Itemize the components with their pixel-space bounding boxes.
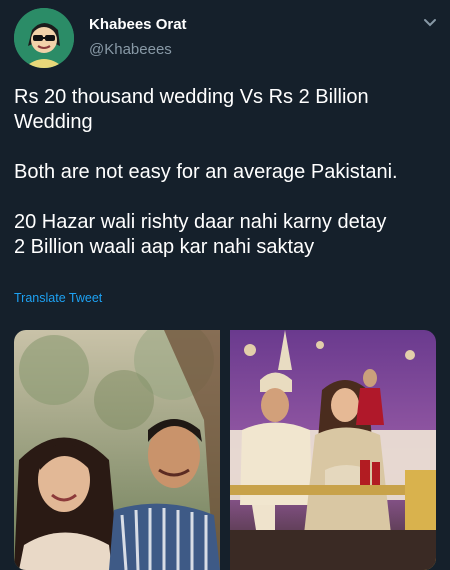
author-name[interactable]: Khabees Orat: [89, 16, 187, 33]
translate-tweet-link[interactable]: Translate Tweet: [14, 291, 102, 305]
author-handle[interactable]: @Khabeees: [89, 41, 172, 58]
tweet-text: Rs 20 thousand wedding Vs Rs 2 Billion W…: [14, 86, 398, 258]
avatar[interactable]: [14, 8, 74, 68]
chevron-down-icon[interactable]: [422, 14, 438, 30]
photo-couple-lavish[interactable]: [230, 330, 436, 570]
tweet-header: Khabees Orat @Khabeees: [14, 8, 440, 68]
tweet-media[interactable]: [14, 330, 436, 570]
photo-couple-simple[interactable]: [14, 330, 220, 570]
